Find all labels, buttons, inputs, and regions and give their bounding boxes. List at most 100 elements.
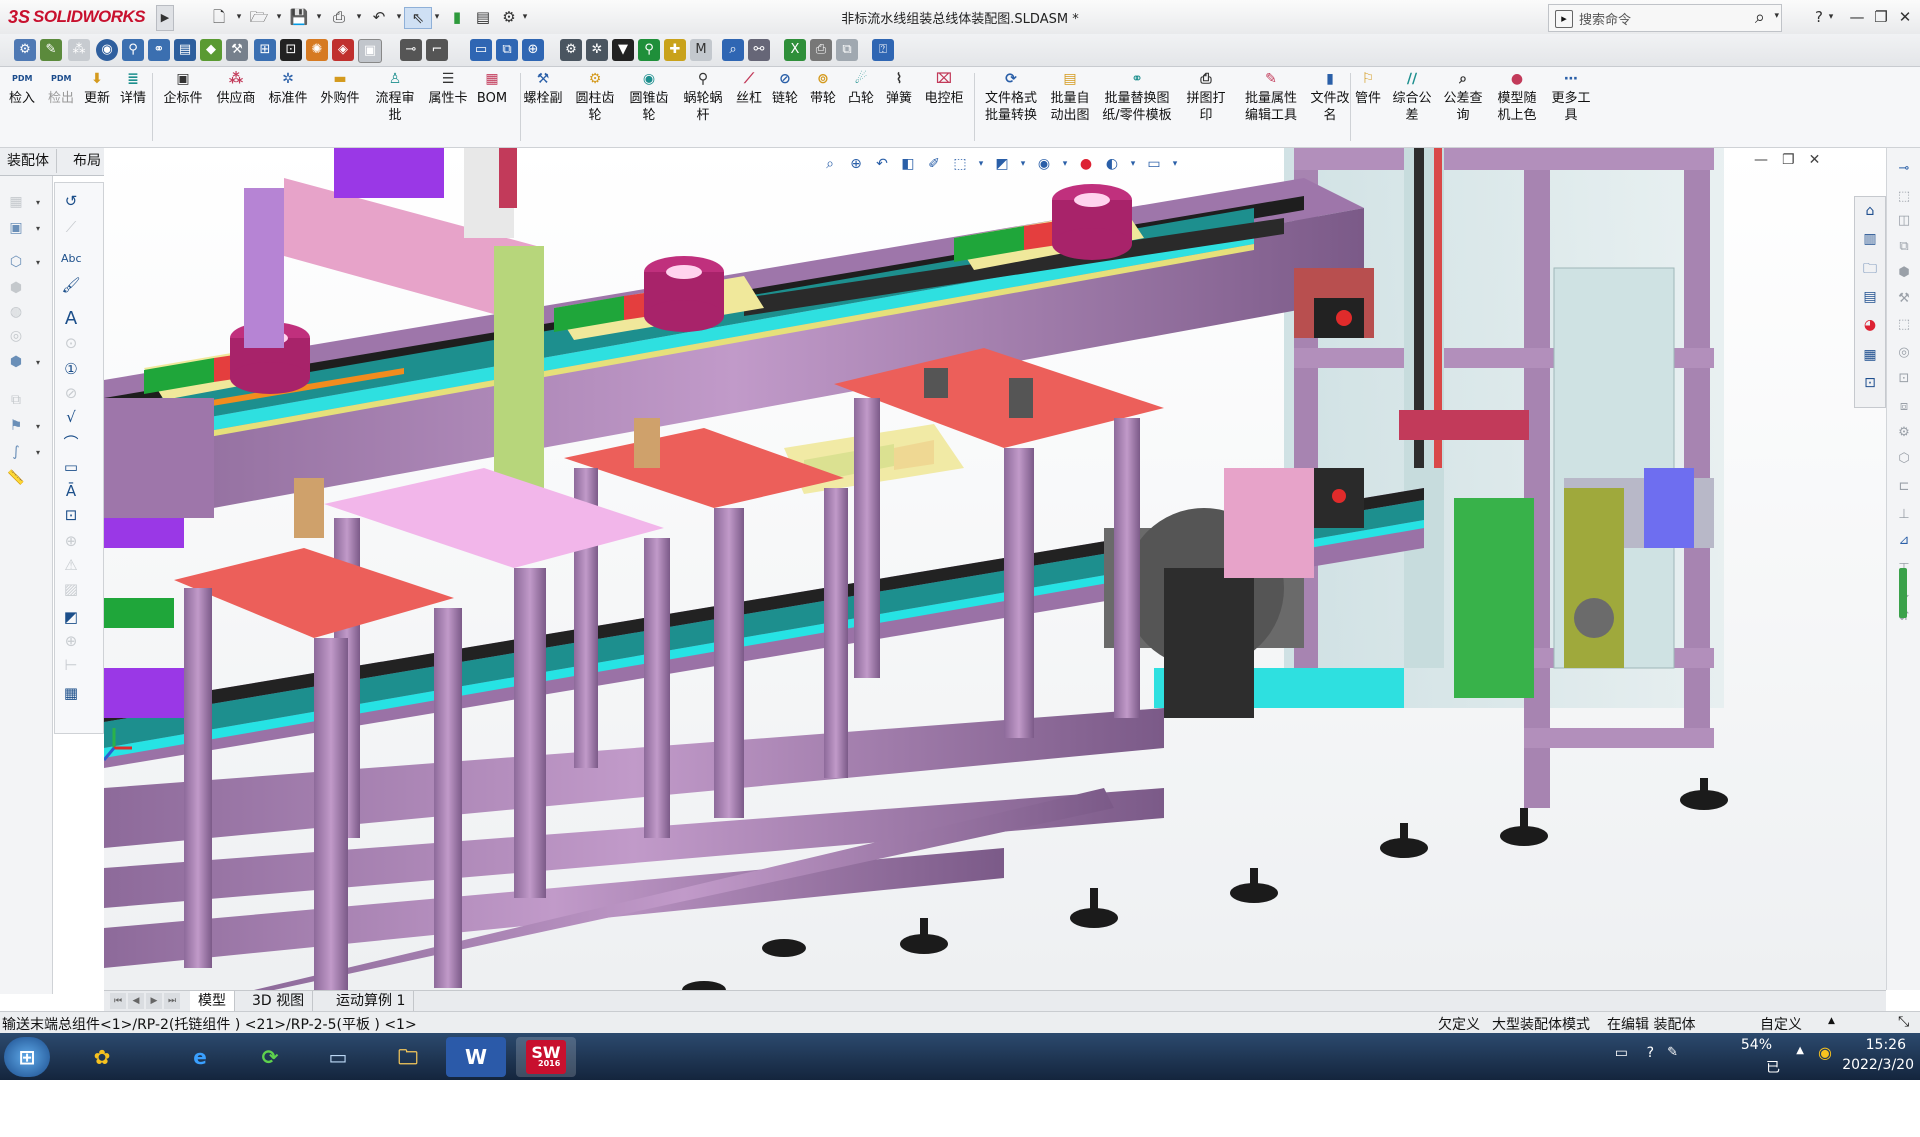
hide-show-dropdown-icon[interactable]: ▾ [1060, 154, 1070, 174]
dynamic-annotation-icon[interactable]: ✐ [924, 154, 944, 174]
addin-tool-icon-7[interactable]: ◆ [200, 39, 222, 61]
property-dropdown-icon[interactable]: ▾ [36, 224, 40, 233]
ribbon-button-29[interactable]: ⌕ 公差查 询 [1440, 69, 1486, 124]
ribbon-button-14[interactable]: ⚲ 蜗轮蜗 杆 [678, 69, 728, 124]
addin-tool-icon-12[interactable]: ◈ [332, 39, 354, 61]
viewport-restore-icon[interactable]: ❐ [1782, 152, 1795, 168]
addin-globe-icon[interactable]: ◉ [96, 39, 118, 61]
datum-target-icon[interactable]: ⊕ [61, 531, 81, 551]
addin-tool-icon-6[interactable]: ▤ [174, 39, 196, 61]
view-settings-dropdown-icon[interactable]: ▾ [1170, 154, 1180, 174]
spell-check-icon[interactable]: Abc [61, 249, 82, 269]
unit-system-dropdown-icon[interactable]: ▲ [1828, 1016, 1835, 1026]
save-dropdown-icon[interactable]: ▾ [314, 7, 324, 27]
view-palette-icon[interactable]: ▤ [1860, 287, 1880, 307]
addin-tool-icon-27[interactable]: ⎙ [810, 39, 832, 61]
print-dropdown-icon[interactable]: ▾ [354, 7, 364, 27]
viewport-minimize-icon[interactable]: — [1754, 152, 1768, 168]
start-button-icon[interactable]: ⊞ [4, 1037, 50, 1077]
clock-date[interactable]: 2022/3/20 [1842, 1057, 1914, 1073]
traffic-light-icon[interactable]: ▮ [444, 7, 470, 27]
options-dropdown-icon[interactable]: ▾ [520, 7, 530, 27]
addin-tool-icon-24[interactable]: M [690, 39, 712, 61]
zoom-to-fit-icon[interactable]: ⌕ [820, 154, 840, 174]
display-style-dropdown-icon[interactable]: ▾ [1018, 154, 1028, 174]
addin-tool-icon-20[interactable]: ✲ [586, 39, 608, 61]
new-document-icon[interactable]: 🗋 [206, 7, 232, 27]
select-dropdown-icon[interactable]: ▾ [432, 7, 442, 27]
network-tray-icon[interactable]: ▭ [1615, 1045, 1628, 1061]
options-gear-icon[interactable]: ⚙ [496, 7, 522, 27]
large-assembly-mode[interactable]: 大型装配体模式 [1492, 1014, 1590, 1034]
zoom-to-area-icon[interactable]: ⊕ [846, 154, 866, 174]
ribbon-button-22[interactable]: ▤ 批量自 动出图 [1042, 69, 1098, 124]
addin-tool-icon-14[interactable]: ⊸ [400, 39, 422, 61]
spring-dropdown-icon[interactable]: ▾ [36, 448, 40, 457]
addin-tool-icon-1[interactable]: ⚙ [14, 39, 36, 61]
select-cursor-icon[interactable]: ⇖ [404, 7, 432, 29]
viewport-close-icon[interactable]: ✕ [1809, 152, 1821, 168]
previous-view-icon[interactable]: ↶ [872, 154, 892, 174]
addin-tool-icon-22[interactable]: ⚲ [638, 39, 660, 61]
ribbon-button-27[interactable]: ⚐ 管件 [1350, 69, 1386, 107]
print-icon[interactable]: ⎙ [326, 7, 352, 27]
ribbon-button-11[interactable]: ⚒ 螺栓副 [520, 69, 566, 107]
ribbon-button-25[interactable]: ✎ 批量属性 编辑工具 [1236, 69, 1306, 124]
hole-callout-icon[interactable]: ▭ [61, 457, 81, 477]
table-icon[interactable]: ▦ [61, 683, 81, 703]
restore-button[interactable]: ❐ [1870, 6, 1892, 28]
tab-first-icon[interactable]: ⏮ [110, 993, 126, 1009]
refresh-app-icon[interactable]: ⟳ [240, 1037, 300, 1077]
ribbon-button-2[interactable]: ⬇ 更新 [80, 69, 114, 107]
ribbon-button-12[interactable]: ⚙ 圆柱齿 轮 [572, 69, 618, 124]
ribbon-button-19[interactable]: ⌇ 弹簧 [882, 69, 916, 107]
revision-cloud-icon[interactable]: ⚠ [61, 555, 81, 575]
undo-dropdown-icon[interactable]: ▾ [394, 7, 404, 27]
addin-tool-icon-3[interactable]: ⁂ [68, 39, 90, 61]
display-style-icon[interactable]: ◩ [992, 154, 1012, 174]
view-orientation-icon[interactable]: ⬚ [950, 154, 970, 174]
mate-reference-icon[interactable]: ⊸ [1895, 160, 1913, 178]
strip-icon-9[interactable]: ⧈ [1895, 398, 1913, 416]
sketch-line-icon[interactable]: ⟋ [61, 217, 81, 237]
ribbon-button-20[interactable]: ⌧ 电控柜 [918, 69, 970, 107]
ruler-icon[interactable]: 📏 [6, 468, 26, 488]
save-icon[interactable]: 💾 [286, 7, 312, 27]
solidworks-logo[interactable]: 3S SOLIDWORKS [8, 5, 146, 29]
addin-tool-icon-19[interactable]: ⚙ [560, 39, 582, 61]
tab-next-icon[interactable]: ▶ [146, 993, 162, 1009]
clock-time[interactable]: 15:26 [1866, 1037, 1906, 1053]
tray-expand-icon[interactable]: ▲ [1796, 1045, 1804, 1056]
feature-tree-icon[interactable]: ▦ [6, 192, 26, 212]
text-note-icon[interactable]: A [61, 309, 81, 329]
ribbon-button-10[interactable]: ▦ BOM [474, 69, 510, 107]
strip-icon-4[interactable]: ⬢ [1895, 264, 1913, 282]
pinwheel-app-icon[interactable]: ✿ [72, 1037, 132, 1077]
magnetic-line-icon[interactable]: ⊘ [61, 383, 81, 403]
ribbon-button-18[interactable]: ☄ 凸轮 [844, 69, 878, 107]
search-icon[interactable]: ⌕ [1755, 7, 1765, 28]
solidworks-taskbar-item[interactable]: SW 2016 [516, 1037, 576, 1077]
tab-0[interactable]: 装配体 [0, 149, 57, 173]
tray-app-icon[interactable]: ◉ [1818, 1043, 1832, 1062]
area-hatch-icon[interactable]: ▨ [61, 579, 81, 599]
addin-tool-icon-21[interactable]: ▼ [612, 39, 634, 61]
folder-app-icon[interactable]: 🗀 [378, 1037, 438, 1077]
addin-tool-icon-10[interactable]: ⊡ [280, 39, 302, 61]
addin-tool-icon-23[interactable]: ✚ [664, 39, 686, 61]
strip-icon-13[interactable]: ⊥ [1895, 506, 1913, 524]
help-tray-icon[interactable]: ? [1647, 1045, 1654, 1061]
auto-balloon-icon[interactable]: ① [61, 359, 81, 379]
tab-last-icon[interactable]: ⏭ [164, 993, 180, 1009]
bottom-tab-0[interactable]: 模型 [190, 991, 235, 1011]
config-dropdown-icon[interactable]: ▾ [36, 258, 40, 267]
addin-tool-icon-2[interactable]: ✎ [40, 39, 62, 61]
scene-dropdown-icon[interactable]: ▾ [1128, 154, 1138, 174]
addin-tool-icon-8[interactable]: ⚒ [226, 39, 248, 61]
ribbon-button-9[interactable]: ☰ 属性卡 [426, 69, 470, 107]
surface-finish-icon[interactable]: √ [61, 407, 81, 427]
weld-symbol-icon[interactable]: ⌒ [61, 433, 81, 453]
property-manager-icon[interactable]: ▣ [6, 218, 26, 238]
unit-system[interactable]: 自定义 [1760, 1014, 1802, 1034]
ribbon-button-6[interactable]: ✲ 标准件 [264, 69, 312, 107]
